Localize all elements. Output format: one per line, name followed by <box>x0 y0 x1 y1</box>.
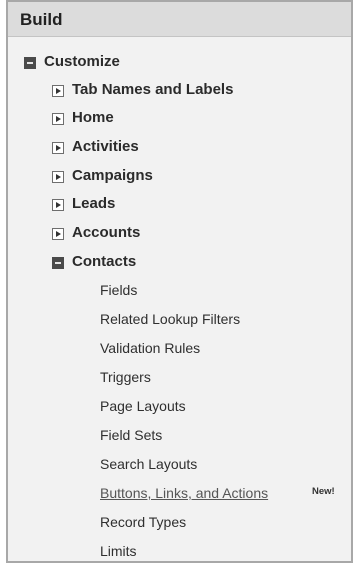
build-panel: Build Customize Tab Names and Labels Hom… <box>6 0 353 563</box>
expand-icon[interactable] <box>52 228 64 240</box>
contacts-link-buttons-links-actions[interactable]: Buttons, Links, and Actions New! <box>8 484 351 510</box>
tree-node-label: Contacts <box>72 253 137 270</box>
link-label[interactable]: Validation Rules <box>100 340 200 356</box>
tree-node-leads[interactable]: Leads <box>8 194 351 220</box>
collapse-icon[interactable] <box>24 57 36 69</box>
tree-node-contacts[interactable]: Contacts <box>8 252 351 278</box>
link-label[interactable]: Fields <box>100 282 137 298</box>
tree-node-accounts[interactable]: Accounts <box>8 223 351 249</box>
panel-header: Build <box>8 2 351 37</box>
expand-icon[interactable] <box>52 113 64 125</box>
tree-node-customize[interactable]: Customize <box>8 52 351 78</box>
tree-node-label: Campaigns <box>72 167 153 184</box>
contacts-link-record-types[interactable]: Record Types <box>8 513 351 539</box>
expand-icon[interactable] <box>52 142 64 154</box>
contacts-link-search-layouts[interactable]: Search Layouts <box>8 455 351 481</box>
tree-node-label: Activities <box>72 138 139 155</box>
contacts-link-field-sets[interactable]: Field Sets <box>8 426 351 452</box>
link-label[interactable]: Triggers <box>100 369 151 385</box>
new-badge: New! <box>312 486 335 497</box>
tree-node-label: Customize <box>44 53 120 70</box>
tree-node-home[interactable]: Home <box>8 108 351 134</box>
contacts-link-related-lookup-filters[interactable]: Related Lookup Filters <box>8 310 351 336</box>
tree-node-label: Accounts <box>72 224 141 241</box>
link-label[interactable]: Limits <box>100 543 137 559</box>
tree-node-campaigns[interactable]: Campaigns <box>8 166 351 192</box>
contacts-link-validation-rules[interactable]: Validation Rules <box>8 339 351 365</box>
collapse-icon[interactable] <box>52 257 64 269</box>
tree-node-label: Tab Names and Labels <box>72 81 234 98</box>
link-label[interactable]: Record Types <box>100 514 186 530</box>
expand-icon[interactable] <box>52 85 64 97</box>
link-label[interactable]: Buttons, Links, and Actions <box>100 485 268 501</box>
link-label[interactable]: Field Sets <box>100 427 162 443</box>
tree-node-activities[interactable]: Activities <box>8 137 351 163</box>
contacts-link-limits[interactable]: Limits <box>8 542 351 568</box>
link-label[interactable]: Page Layouts <box>100 398 186 414</box>
link-label[interactable]: Related Lookup Filters <box>100 311 240 327</box>
contacts-link-triggers[interactable]: Triggers <box>8 368 351 394</box>
contacts-link-page-layouts[interactable]: Page Layouts <box>8 397 351 423</box>
panel-title: Build <box>20 10 63 29</box>
contacts-link-fields[interactable]: Fields <box>8 281 351 307</box>
link-label[interactable]: Search Layouts <box>100 456 197 472</box>
tree-node-tab-names-and-labels[interactable]: Tab Names and Labels <box>8 80 351 106</box>
expand-icon[interactable] <box>52 199 64 211</box>
expand-icon[interactable] <box>52 171 64 183</box>
tree-node-label: Leads <box>72 195 116 212</box>
tree-node-label: Home <box>72 109 114 126</box>
